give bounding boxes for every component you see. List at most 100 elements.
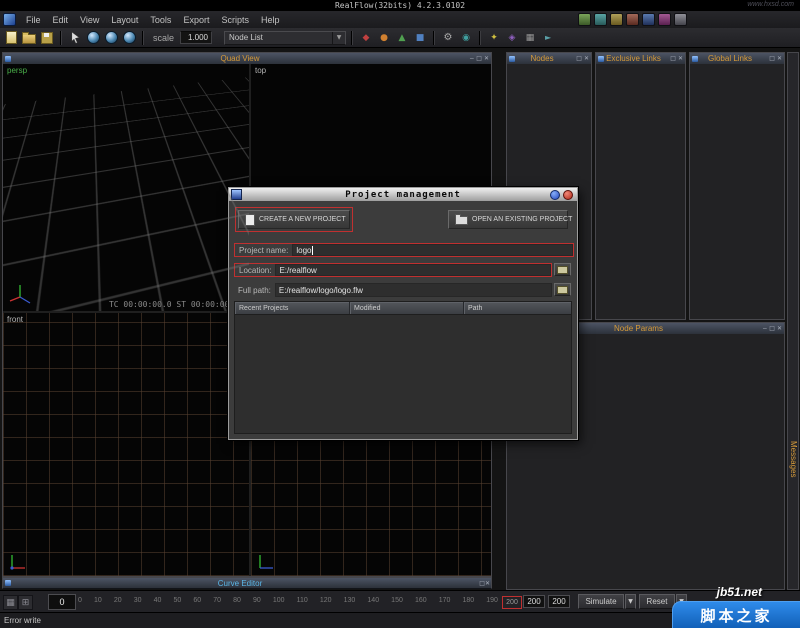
workspace-preset-icon[interactable]	[578, 13, 591, 26]
dialog-close-button[interactable]	[563, 190, 573, 200]
axis-gizmo-icon	[8, 550, 30, 572]
menu-item-layout[interactable]: Layout	[105, 11, 144, 28]
rotate-tool-icon[interactable]	[103, 30, 119, 46]
browse-folder-icon	[557, 266, 568, 274]
column-recent-projects[interactable]: Recent Projects	[235, 302, 350, 314]
panel-minimize-icon[interactable]: −	[761, 325, 768, 332]
panel-close-icon[interactable]: ✕	[583, 55, 590, 62]
panel-close-icon[interactable]: ✕	[776, 55, 783, 62]
full-path-browse-button[interactable]	[554, 283, 571, 296]
jb51-brand-logo: 脚本之家	[672, 601, 800, 628]
simulate-button[interactable]: Simulate	[578, 594, 624, 609]
timeline-option-icon[interactable]: ⊞	[18, 595, 33, 610]
select-arrow-icon[interactable]	[67, 30, 83, 46]
viewport-front[interactable]: front	[3, 313, 251, 576]
open-scene-icon[interactable]	[21, 30, 37, 46]
mesh-icon[interactable]: ▲	[394, 30, 410, 46]
new-document-icon	[245, 214, 255, 226]
end-frame-highlight: 200	[502, 596, 522, 609]
quad-view-title: Quad View	[13, 54, 467, 63]
menu-item-tools[interactable]: Tools	[144, 11, 177, 28]
current-frame-field[interactable]: 0	[48, 594, 76, 610]
panel-float-icon[interactable]: □	[475, 55, 483, 62]
graph-icon[interactable]: ◈	[504, 30, 520, 46]
play-options-icon[interactable]: ►	[540, 30, 556, 46]
display-options-icon[interactable]: ◉	[458, 30, 474, 46]
object-icon[interactable]: ■	[412, 30, 428, 46]
keyframe-icon[interactable]: ✦	[486, 30, 502, 46]
menu-item-scripts[interactable]: Scripts	[215, 11, 255, 28]
timeline-tick: 50	[173, 597, 181, 604]
browse-folder-icon	[557, 286, 568, 294]
timeline-tick: 60	[193, 597, 201, 604]
workspace-icons	[578, 13, 687, 26]
create-button-label: CREATE A NEW PROJECT	[259, 216, 346, 223]
panel-float-icon[interactable]: □	[575, 55, 583, 62]
workspace-preset-icon[interactable]	[594, 13, 607, 26]
project-name-input[interactable]: logo	[292, 244, 573, 256]
workspace-preset-icon[interactable]	[610, 13, 623, 26]
workspace-preset-icon[interactable]	[674, 13, 687, 26]
curve-editor-bar[interactable]: Curve Editor □ ✕	[2, 577, 492, 589]
panel-minimize-icon[interactable]: −	[468, 55, 475, 62]
menu-item-file[interactable]: File	[20, 11, 47, 28]
workspace-preset-icon[interactable]	[642, 13, 655, 26]
open-existing-project-button[interactable]: OPEN AN EXISTING PROJECT	[448, 210, 568, 229]
menu-item-edit[interactable]: Edit	[47, 11, 75, 28]
move-tool-icon[interactable]	[85, 30, 101, 46]
menu-item-help[interactable]: Help	[255, 11, 286, 28]
recent-projects-table: Recent Projects Modified Path	[234, 301, 572, 434]
max-frame-field-1[interactable]: 200	[523, 595, 545, 608]
menu-item-export[interactable]: Export	[177, 11, 215, 28]
messages-tab[interactable]: Messages	[787, 52, 799, 590]
nodes-title: Nodes	[517, 54, 567, 63]
grid-snap-icon[interactable]: ▦	[522, 30, 538, 46]
cursor-arrow-icon	[69, 31, 82, 44]
node-list-label: Node List	[229, 33, 263, 42]
panel-close-icon[interactable]: ✕	[485, 580, 490, 587]
window-title: RealFlow(32bits) 4.2.3.0102	[0, 1, 800, 10]
full-path-input[interactable]: E:/realflow/logo/logo.flw	[275, 283, 552, 297]
timeline-tick: 20	[114, 597, 122, 604]
panel-close-icon[interactable]: ✕	[776, 325, 783, 332]
timeline-option-icon[interactable]: ▦	[3, 595, 18, 610]
dialog-minimize-button[interactable]	[550, 190, 560, 200]
location-input[interactable]: E:/realflow	[275, 264, 551, 276]
panel-close-icon[interactable]: ✕	[677, 55, 684, 62]
settings-gear-icon[interactable]: ⚙	[440, 30, 456, 46]
panel-float-icon[interactable]: □	[768, 55, 776, 62]
exclusive-links-title: Exclusive Links	[606, 54, 661, 63]
menu-item-view[interactable]: View	[74, 11, 105, 28]
emitter-icon[interactable]: ◆	[358, 30, 374, 46]
column-modified[interactable]: Modified	[350, 302, 464, 314]
timeline-tick: 160	[415, 597, 427, 604]
new-scene-icon[interactable]	[3, 30, 19, 46]
save-scene-icon[interactable]	[39, 30, 55, 46]
node-list-dropdown[interactable]: Node List ▼	[224, 31, 346, 45]
viewport-persp[interactable]: persp TC 00:00:00.0 ST 00:00:00.0	[3, 64, 251, 313]
scale-input[interactable]: 1.000	[180, 31, 212, 44]
column-path[interactable]: Path	[464, 302, 571, 314]
recent-projects-list[interactable]	[235, 314, 571, 433]
chevron-down-icon: ▼	[332, 32, 345, 44]
dialog-title-bar[interactable]: Project management	[229, 188, 577, 201]
panel-float-icon[interactable]: □	[669, 55, 677, 62]
location-browse-button[interactable]	[554, 263, 571, 276]
dialog-body: CREATE A NEW PROJECT OPEN AN EXISTING PR…	[229, 201, 577, 439]
workspace-preset-icon[interactable]	[626, 13, 639, 26]
reset-button[interactable]: Reset	[639, 594, 675, 609]
panel-close-icon[interactable]: ✕	[483, 55, 490, 62]
simulate-dropdown-icon[interactable]: ▼	[625, 594, 636, 609]
daemon-icon[interactable]: ●	[376, 30, 392, 46]
create-new-project-button[interactable]: CREATE A NEW PROJECT	[238, 210, 350, 229]
timecode-display: TC 00:00:00.0 ST 00:00:00.0	[109, 300, 239, 309]
workspace-preset-icon[interactable]	[658, 13, 671, 26]
location-label: Location:	[235, 266, 275, 275]
exclusive-links-list[interactable]	[596, 64, 685, 319]
jb51-watermark: jb51.net 脚本之家	[672, 585, 800, 628]
timeline-ruler[interactable]: 0 10 20 30 40 50 60 70 80 90 100 110 120…	[78, 597, 498, 604]
max-frame-field-2[interactable]: 200	[548, 595, 570, 608]
scale-tool-icon[interactable]	[121, 30, 137, 46]
panel-float-icon[interactable]: □	[768, 325, 776, 332]
global-links-list[interactable]	[690, 64, 784, 319]
